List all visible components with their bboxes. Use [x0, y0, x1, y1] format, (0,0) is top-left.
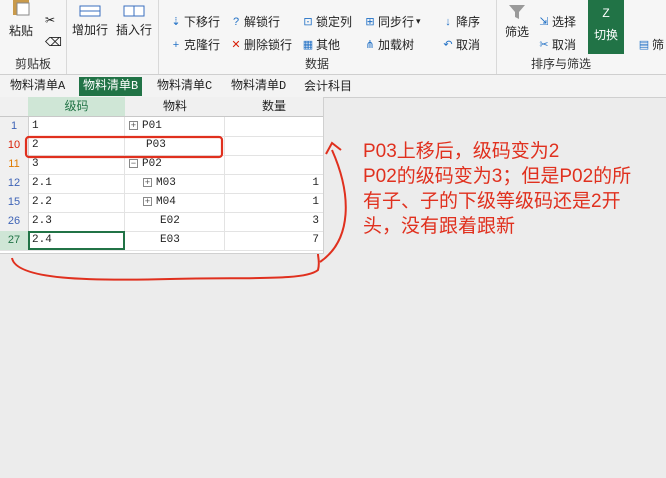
annotation-overlay — [11, 135, 347, 281]
highlight-box — [24, 135, 224, 159]
curved-arrow-stroke — [319, 149, 347, 263]
annotation-line: P02的级码变为3；但是P02的所 — [363, 166, 632, 187]
bracket-stroke — [11, 253, 320, 281]
annotation-text: P03上移后，级码变为2 P02的级码变为3；但是P02的所 有子、子的下级等级… — [363, 139, 663, 239]
annotation-line: 头，没有跟着跟新 — [363, 216, 516, 237]
annotation-line: 有子、子的下级等级码还是2开 — [363, 191, 621, 212]
annotation-line: P03上移后，级码变为2 — [363, 141, 560, 162]
